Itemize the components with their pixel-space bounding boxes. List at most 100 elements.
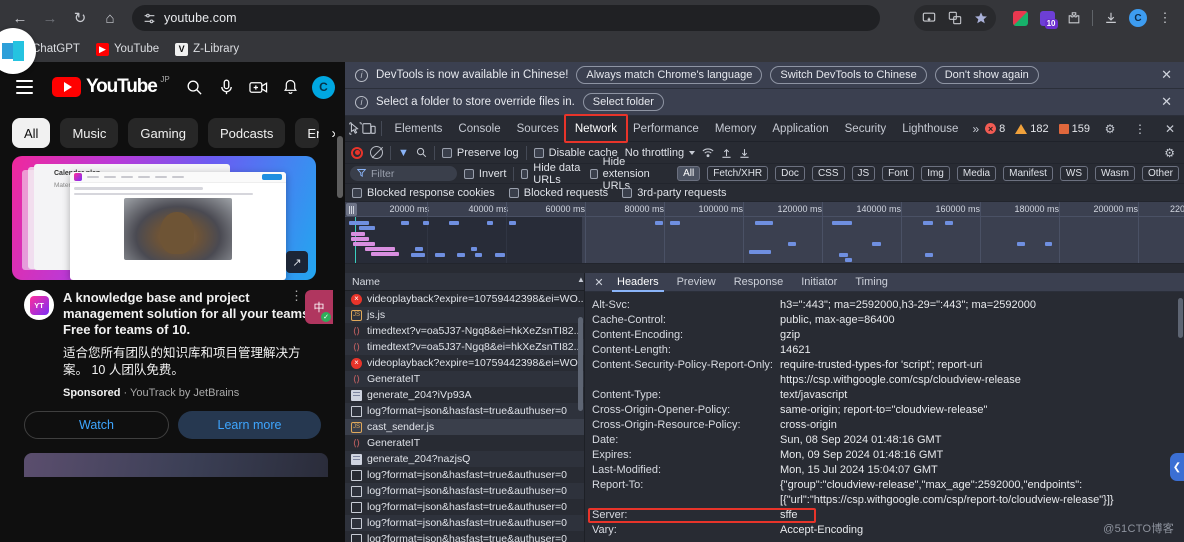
notifications-bell-icon[interactable] (280, 77, 300, 97)
downloads-icon[interactable] (1098, 5, 1124, 31)
checkbox-icon[interactable] (590, 168, 598, 179)
chip-en[interactable]: En (295, 118, 320, 148)
chip-music[interactable]: Music (60, 118, 119, 148)
details-scrollbar[interactable] (1177, 292, 1184, 542)
settings-gear-icon[interactable]: ⚙ (1100, 119, 1120, 139)
chip-gaming[interactable]: Gaming (128, 118, 198, 148)
site-settings-icon[interactable] (142, 11, 156, 25)
network-overview-timeline[interactable]: 20000 ms 40000 ms 60000 ms 80000 ms 1000… (345, 202, 1184, 264)
create-video-icon[interactable] (248, 77, 268, 97)
table-row[interactable]: log?format=json&hasfast=true&authuser=0 (345, 483, 584, 499)
tab-elements[interactable]: Elements (386, 117, 450, 141)
tab-preview[interactable]: Preview (668, 273, 725, 292)
network-settings-gear-icon[interactable]: ⚙ (1164, 146, 1178, 160)
table-row[interactable]: log?format=json&hasfast=true&authuser=0 (345, 467, 584, 483)
filter-icon[interactable]: ▼ (398, 147, 409, 159)
checkbox-icon[interactable] (441, 147, 452, 158)
requests-column-header[interactable]: Name (345, 273, 584, 291)
type-filter-img[interactable]: Img (921, 166, 950, 181)
scroll-thumb[interactable] (578, 317, 583, 411)
inspect-element-icon[interactable] (349, 117, 362, 141)
close-details-icon[interactable]: ✕ (590, 276, 608, 289)
kebab-menu-icon[interactable]: ⋮ (1152, 5, 1178, 31)
network-conditions-icon[interactable] (702, 147, 714, 158)
table-row[interactable]: generate_204?nazjsQ (345, 451, 584, 467)
blocked-requests-checkbox[interactable]: Blocked requests (508, 187, 608, 199)
tab-application[interactable]: Application (764, 117, 836, 141)
hide-data-urls-checkbox[interactable]: Hide data URLs (521, 162, 583, 186)
table-row[interactable]: log?format=json&hasfast=true&authuser=0 (345, 403, 584, 419)
table-row[interactable]: JS js.js (345, 307, 584, 323)
preserve-log-checkbox[interactable]: Preserve log (441, 147, 519, 159)
warning-counter[interactable]: 182 (1015, 123, 1049, 135)
invert-checkbox[interactable]: Invert (463, 168, 506, 180)
type-filter-wasm[interactable]: Wasm (1095, 166, 1135, 181)
checkbox-icon[interactable] (508, 187, 519, 198)
table-row[interactable]: × videoplayback?expire=10759442398&ei=WO… (345, 291, 584, 307)
tab-sources[interactable]: Sources (509, 117, 567, 141)
ad-thumbnail[interactable]: Calendar plan Materials & Communications (12, 156, 316, 280)
table-row[interactable]: log?format=json&hasfast=true&authuser=0 (345, 515, 584, 531)
watch-button[interactable]: Watch (24, 411, 169, 439)
requests-scrollbar[interactable]: ▲ (577, 275, 585, 542)
blocked-response-cookies-checkbox[interactable]: Blocked response cookies (352, 187, 495, 199)
table-row[interactable]: log?format=json&hasfast=true&authuser=0 (345, 499, 584, 515)
tab-memory[interactable]: Memory (707, 117, 765, 141)
bookmark-zlibrary[interactable]: V Z-Library (169, 41, 245, 58)
extensions-puzzle-icon[interactable] (1061, 5, 1087, 31)
cast-icon[interactable] (916, 5, 942, 31)
dont-show-again-button[interactable]: Don't show again (934, 66, 1039, 84)
tab-timing[interactable]: Timing (846, 273, 897, 292)
table-row[interactable]: × videoplayback?expire=10759442398&ei=WO… (345, 355, 584, 371)
profile-avatar[interactable]: C (1125, 5, 1151, 31)
info-counter[interactable]: 159 (1058, 123, 1090, 135)
scroll-up-arrow-icon[interactable]: ▲ (577, 275, 585, 289)
type-filter-fetch-xhr[interactable]: Fetch/XHR (707, 166, 769, 181)
select-folder-button[interactable]: Select folder (582, 93, 664, 111)
tab-security[interactable]: Security (837, 117, 895, 141)
youtube-avatar[interactable]: C (312, 75, 335, 99)
more-tabs-icon[interactable]: » (966, 122, 985, 136)
scroll-thumb[interactable] (337, 136, 343, 198)
tab-initiator[interactable]: Initiator (792, 273, 846, 292)
record-button[interactable] (351, 146, 363, 159)
tab-console[interactable]: Console (450, 117, 508, 141)
forward-arrow-icon[interactable]: → (36, 4, 64, 32)
import-har-icon[interactable] (721, 147, 732, 159)
type-filter-all[interactable]: All (677, 166, 701, 181)
ad-language-badge[interactable]: 中 ✓ (305, 290, 333, 324)
checkbox-icon[interactable] (521, 168, 529, 179)
table-row[interactable]: log?format=json&hasfast=true&authuser=0 (345, 531, 584, 542)
type-filter-doc[interactable]: Doc (775, 166, 805, 181)
type-filter-js[interactable]: JS (851, 166, 876, 181)
bookmark-youtube[interactable]: ▶ YouTube (90, 41, 165, 58)
error-counter[interactable]: × 8 (985, 123, 1005, 135)
checkbox-icon[interactable] (352, 187, 362, 198)
device-toolbar-icon[interactable] (362, 117, 376, 141)
overview-grip-handle[interactable] (346, 203, 357, 216)
close-icon[interactable]: ✕ (1160, 119, 1180, 139)
table-row[interactable]: generate_204?iVp93A (345, 387, 584, 403)
type-filter-other[interactable]: Other (1141, 166, 1179, 181)
tab-network[interactable]: Network (567, 117, 625, 141)
type-filter-font[interactable]: Font (882, 166, 915, 181)
chip-all[interactable]: All (12, 118, 51, 148)
sidebar-expand-handle[interactable]: ❮ (1170, 453, 1184, 481)
microphone-icon[interactable] (216, 77, 236, 97)
hamburger-menu-icon[interactable] (10, 72, 40, 102)
address-bar[interactable]: youtube.com (132, 5, 880, 31)
tab-lighthouse[interactable]: Lighthouse (894, 117, 966, 141)
table-row[interactable]: ⟨⟩ timedtext?v=oa5J37-Ngq8&ei=hkXeZsnTI8… (345, 323, 584, 339)
clear-button[interactable] (370, 146, 383, 159)
table-row[interactable]: ⟨⟩ timedtext?v=oa5J37-Ngq8&ei=hkXeZsnTI8… (345, 339, 584, 355)
type-filter-ws[interactable]: WS (1059, 166, 1089, 181)
export-har-icon[interactable] (739, 147, 750, 159)
open-external-icon[interactable]: ↗ (286, 251, 308, 273)
search-icon[interactable] (416, 147, 427, 158)
type-filter-css[interactable]: CSS (811, 166, 845, 181)
infobar-close-icon[interactable]: ✕ (1157, 94, 1176, 110)
tab-response[interactable]: Response (725, 273, 793, 292)
always-match-language-button[interactable]: Always match Chrome's language (576, 66, 763, 84)
translate-icon[interactable] (942, 5, 968, 31)
switch-devtools-chinese-button[interactable]: Switch DevTools to Chinese (770, 66, 927, 84)
